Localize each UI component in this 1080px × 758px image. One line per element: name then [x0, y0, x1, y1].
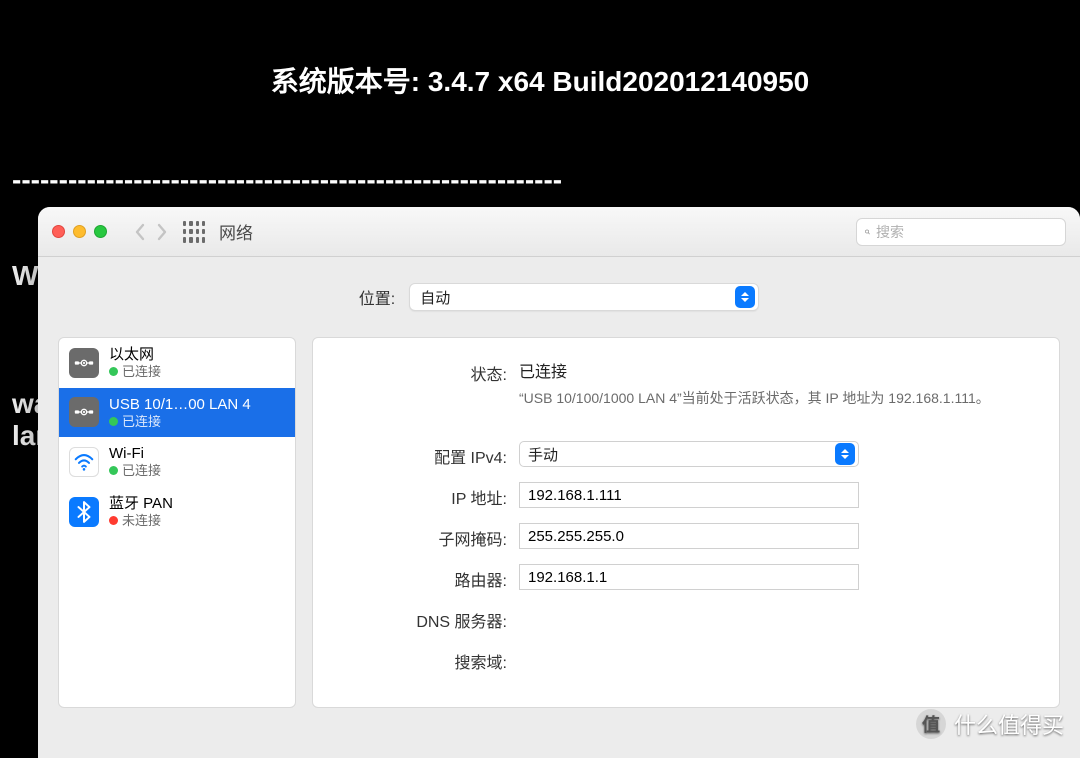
network-preferences-window: 网络 位置: 自动 以太网已连接USB 10/1…00 LAN 4已连接Wi-F… [38, 207, 1080, 758]
watermark-badge: 值 [916, 709, 946, 739]
watermark-text: 什么值得买 [954, 708, 1064, 740]
search-icon [865, 225, 870, 239]
bluetooth-icon [69, 497, 99, 527]
status-dot-icon [109, 466, 118, 475]
search-input[interactable] [876, 224, 1057, 240]
status-dot-icon [109, 417, 118, 426]
window-title: 网络 [219, 219, 253, 244]
minimize-button[interactable] [73, 225, 86, 238]
sidebar-item[interactable]: 蓝牙 PAN未连接 [59, 487, 295, 537]
location-value: 自动 [420, 287, 735, 308]
wifi-icon [69, 447, 99, 477]
window-controls [52, 225, 107, 238]
status-label: 状态: [339, 358, 519, 385]
ip-address-label: IP 地址: [339, 482, 519, 509]
sidebar-item[interactable]: 以太网已连接 [59, 338, 295, 388]
search-field[interactable] [856, 218, 1066, 246]
status-description: “USB 10/100/1000 LAN 4”当前处于活跃状态，其 IP 地址为… [519, 388, 1033, 409]
close-button[interactable] [52, 225, 65, 238]
sidebar-item[interactable]: USB 10/1…00 LAN 4已连接 [59, 388, 295, 438]
sidebar-item[interactable]: Wi-Fi已连接 [59, 437, 295, 487]
status-dot-icon [109, 516, 118, 525]
subnet-mask-label: 子网掩码: [339, 523, 519, 550]
location-label: 位置: [359, 285, 395, 309]
sidebar-item-status: 已连接 [109, 463, 161, 479]
router-label: 路由器: [339, 564, 519, 591]
zoom-button[interactable] [94, 225, 107, 238]
interface-sidebar: 以太网已连接USB 10/1…00 LAN 4已连接Wi-Fi已连接蓝牙 PAN… [58, 337, 296, 708]
terminal-divider: ----------------------------------------… [12, 164, 1068, 196]
back-button[interactable] [129, 218, 151, 246]
status-value: 已连接 [519, 358, 1033, 382]
sidebar-item-name: USB 10/1…00 LAN 4 [109, 396, 251, 414]
router-input[interactable] [519, 564, 859, 590]
location-select[interactable]: 自动 [409, 283, 759, 311]
sidebar-item-status: 已连接 [109, 364, 161, 380]
chevron-updown-icon [735, 286, 755, 308]
search-domain-label: 搜索域: [339, 646, 519, 673]
sidebar-item-name: Wi-Fi [109, 445, 161, 463]
status-dot-icon [109, 367, 118, 376]
ipv4-config-value: 手动 [528, 444, 835, 465]
sidebar-item-status: 已连接 [109, 414, 251, 430]
sidebar-item-name: 以太网 [109, 346, 161, 364]
ipv4-config-select[interactable]: 手动 [519, 441, 859, 467]
forward-button[interactable] [151, 218, 173, 246]
ipv4-config-label: 配置 IPv4: [339, 441, 519, 468]
ethernet-icon [69, 397, 99, 427]
ip-address-input[interactable] [519, 482, 859, 508]
subnet-mask-input[interactable] [519, 523, 859, 549]
sidebar-item-name: 蓝牙 PAN [109, 495, 173, 513]
detail-panel: 状态: 已连接 “USB 10/100/1000 LAN 4”当前处于活跃状态，… [312, 337, 1060, 708]
terminal-title: 系统版本号: 3.4.7 x64 Build202012140950 [12, 66, 1068, 100]
location-row: 位置: 自动 [38, 257, 1080, 337]
show-all-icon[interactable] [183, 221, 205, 243]
ethernet-icon [69, 348, 99, 378]
watermark: 值 什么值得买 [916, 708, 1064, 740]
dns-label: DNS 服务器: [339, 605, 519, 632]
titlebar: 网络 [38, 207, 1080, 257]
chevron-updown-icon [835, 443, 855, 465]
sidebar-item-status: 未连接 [109, 513, 173, 529]
